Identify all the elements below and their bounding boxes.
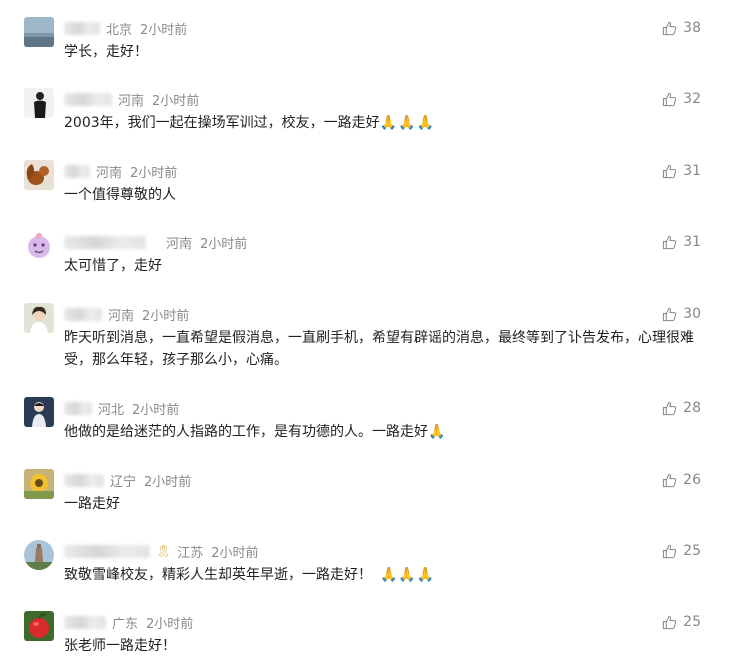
comment-meta: 河南 2小时前 <box>64 89 199 109</box>
like-button[interactable]: 25 <box>662 541 701 561</box>
comment-region: 广东 <box>112 616 139 632</box>
like-count: 38 <box>683 20 701 36</box>
comment-body: 太可惜了，走好 <box>64 258 162 274</box>
comment-meta: 河南 2小时前 <box>64 304 189 324</box>
comment-body: 学长，走好！ <box>64 44 148 60</box>
avatar[interactable] <box>24 611 54 641</box>
comment-text: 2003年，我们一起在操场军训过，校友，一路走好🙏🙏🙏 <box>64 112 704 134</box>
pray-emoji: 🙏🙏🙏 <box>379 115 435 131</box>
comment-meta: 广东 2小时前 <box>64 612 193 632</box>
comment-region: 河北 <box>98 402 125 418</box>
comment-text: 一个值得尊敬的人 <box>64 184 704 206</box>
avatar[interactable] <box>24 17 54 47</box>
comment-body: 致敬雪峰校友，精彩人生却英年早逝，一路走好！ <box>64 567 372 583</box>
comment-time: 2小时前 <box>200 236 248 252</box>
like-button[interactable]: 38 <box>662 18 701 38</box>
comment-body: 一路走好 <box>64 496 120 512</box>
comment-time: 2小时前 <box>140 22 188 38</box>
comment-region: 北京 <box>106 22 133 38</box>
thumbs-up-icon <box>663 473 677 487</box>
comment-region: 河南 <box>118 93 145 109</box>
comment-time: 2小时前 <box>146 616 194 632</box>
pray-emoji: 🙏 <box>428 424 447 440</box>
thumbs-up-icon <box>663 92 677 106</box>
comment-text: 昨天听到消息，一直希望是假消息，一直刷手机，希望有辟谣的消息，最终等到了讣告发布… <box>64 327 704 371</box>
like-button[interactable]: 26 <box>662 470 701 490</box>
comment-meta: 辽宁 2小时前 <box>64 470 191 490</box>
comment-meta: 河南 2小时前 <box>64 232 247 252</box>
avatar[interactable] <box>24 231 54 261</box>
like-button[interactable]: 31 <box>662 232 701 252</box>
comment-body: 2003年，我们一起在操场军训过，校友，一路走好 <box>64 115 380 131</box>
username-blurred[interactable] <box>64 235 146 249</box>
avatar[interactable] <box>24 469 54 499</box>
comment-meta: 河北 2小时前 <box>64 398 179 418</box>
comment-time: 2小时前 <box>132 402 180 418</box>
comment-time: 2小时前 <box>130 165 178 181</box>
like-count: 31 <box>683 234 701 250</box>
comment-text: 致敬雪峰校友，精彩人生却英年早逝，一路走好！ 🙏🙏🙏 <box>64 564 704 586</box>
comment-time: 2小时前 <box>152 93 200 109</box>
like-count: 25 <box>683 614 701 630</box>
comment-text: 学长，走好！ <box>64 41 704 63</box>
like-button[interactable]: 28 <box>662 398 701 418</box>
comment-body: 张老师一路走好！ <box>64 638 176 654</box>
thumbs-up-icon <box>663 21 677 35</box>
comment-text: 太可惜了，走好 <box>64 255 704 277</box>
like-button[interactable]: 31 <box>662 161 701 181</box>
avatar[interactable] <box>24 160 54 190</box>
thumbs-up-icon <box>663 544 677 558</box>
thumbs-up-icon <box>663 307 677 321</box>
comment-body: 一个值得尊敬的人 <box>64 187 176 203</box>
comment-region: 河南 <box>108 308 135 324</box>
thumbs-up-icon <box>663 615 677 629</box>
comment-time: 2小时前 <box>211 545 259 561</box>
avatar[interactable] <box>24 397 54 427</box>
avatar[interactable] <box>24 303 54 333</box>
comment-region: 江苏 <box>177 545 204 561</box>
like-button[interactable]: 25 <box>662 612 701 632</box>
username-blurred[interactable] <box>64 307 102 321</box>
comment-body: 昨天听到消息，一直希望是假消息，一直刷手机，希望有辟谣的消息，最终等到了讣告发布… <box>64 330 694 368</box>
thumbs-up-icon <box>663 235 677 249</box>
ribbon-badge-icon: 🎗 <box>156 544 172 558</box>
avatar[interactable] <box>24 540 54 570</box>
username-blurred[interactable] <box>64 544 150 558</box>
like-count: 26 <box>683 472 701 488</box>
comment-region: 河南 <box>96 165 123 181</box>
comment-text: 他做的是给迷茫的人指路的工作，是有功德的人。一路走好🙏 <box>64 421 704 443</box>
comment-time: 2小时前 <box>144 474 192 490</box>
thumbs-up-icon <box>663 164 677 178</box>
username-blurred[interactable] <box>64 92 112 106</box>
like-button[interactable]: 32 <box>662 89 701 109</box>
comment-text: 张老师一路走好！ <box>64 635 704 657</box>
like-count: 30 <box>683 306 701 322</box>
like-button[interactable]: 30 <box>662 304 701 324</box>
comment-region: 辽宁 <box>110 474 137 490</box>
comment-meta: 北京 2小时前 <box>64 18 187 38</box>
comment-meta: 河南 2小时前 <box>64 161 177 181</box>
username-blurred[interactable] <box>64 615 106 629</box>
comment-text: 一路走好 <box>64 493 704 515</box>
comment-region: 河南 <box>166 236 193 252</box>
comment-meta: 🎗 江苏 2小时前 <box>64 541 259 561</box>
comment-time: 2小时前 <box>142 308 190 324</box>
like-count: 28 <box>683 400 701 416</box>
avatar[interactable] <box>24 88 54 118</box>
thumbs-up-icon <box>663 401 677 415</box>
like-count: 32 <box>683 91 701 107</box>
like-count: 31 <box>683 163 701 179</box>
pray-emoji: 🙏🙏🙏 <box>380 567 436 583</box>
username-blurred[interactable] <box>64 21 100 35</box>
like-count: 25 <box>683 543 701 559</box>
username-blurred[interactable] <box>64 401 92 415</box>
comment-body: 他做的是给迷茫的人指路的工作，是有功德的人。一路走好 <box>64 424 428 440</box>
username-blurred[interactable] <box>64 473 104 487</box>
username-blurred[interactable] <box>64 164 90 178</box>
